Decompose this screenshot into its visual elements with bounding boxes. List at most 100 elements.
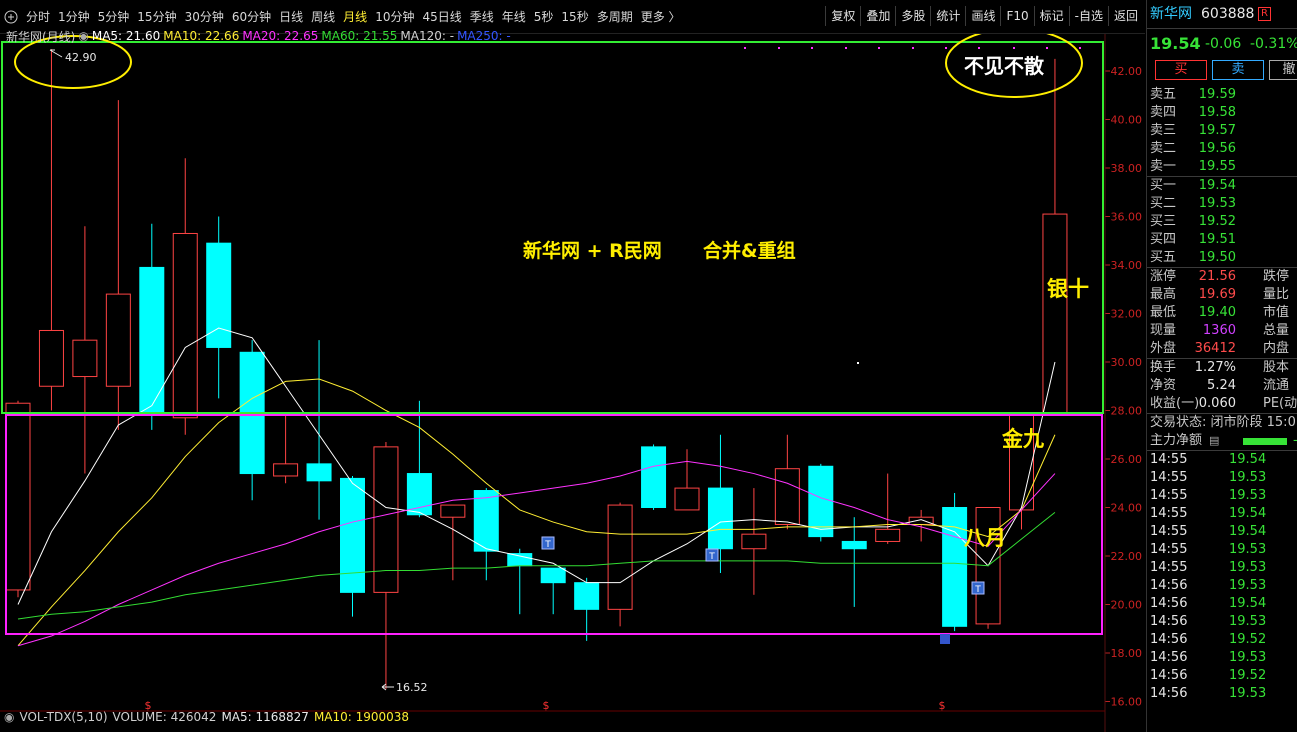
- cancel-button[interactable]: 撤: [1269, 60, 1297, 80]
- ask-row: 卖五 19.59: [1147, 86, 1297, 104]
- ask-row: 卖一 19.55: [1147, 158, 1297, 176]
- marker-dot: [878, 47, 880, 49]
- settings-icon[interactable]: ◉: [78, 29, 88, 43]
- tab-quarterly[interactable]: 季线: [466, 7, 498, 27]
- dollar-marker: $: [939, 699, 946, 712]
- marker-dot: [845, 47, 847, 49]
- tick-price: 19.52: [1229, 632, 1267, 647]
- tab-45day[interactable]: 45日线: [418, 7, 465, 27]
- tab-more[interactable]: 更多 〉: [637, 7, 685, 27]
- ask-row: 卖二 19.56: [1147, 140, 1297, 158]
- candle-body: [5, 402, 31, 591]
- slogan-text: 不见不散: [964, 54, 1044, 78]
- f10-button[interactable]: F10: [1000, 6, 1033, 26]
- y-tick-label: 18.00: [1111, 647, 1143, 660]
- tab-1min[interactable]: 1分钟: [54, 7, 94, 27]
- bid-list: 买一 19.54 买二 19.53 买三 19.52 买四 19.51 买五 19.50: [1147, 177, 1297, 267]
- draw-line-button[interactable]: 画线: [965, 6, 1000, 26]
- stat-row-label: 最高: [1150, 287, 1177, 302]
- tab-monthly[interactable]: 月线: [339, 7, 371, 27]
- adjust-button[interactable]: 复权: [825, 6, 860, 26]
- chart-canvas[interactable]: 42.00 40.00 38.00 36.00 34.00 32.00 30.00 28.00…: [0, 34, 1145, 732]
- statistics-button[interactable]: 统计: [930, 6, 965, 26]
- legend-ma5: MA5: 21.60: [91, 29, 161, 43]
- stat-row: 最高 19.69 量比: [1147, 286, 1297, 304]
- tab-30min[interactable]: 30分钟: [181, 7, 228, 27]
- ask-row: 卖三 19.57: [1147, 122, 1297, 140]
- stat-row-extra-label: 内盘: [1263, 341, 1290, 356]
- tab-daily[interactable]: 日线: [275, 7, 307, 27]
- ask-row-label: 卖五: [1150, 87, 1177, 102]
- tick-row: 14:56 19.53: [1147, 649, 1297, 667]
- bid-row-value: 19.54: [1198, 178, 1236, 193]
- remove-watchlist-button[interactable]: -自选: [1068, 6, 1108, 26]
- tab-15sec[interactable]: 15秒: [557, 7, 592, 27]
- high-price-label: 42.90: [65, 51, 97, 64]
- dollar-marker: $: [543, 699, 550, 712]
- bid-row-value: 19.50: [1198, 250, 1236, 265]
- tick-price: 19.54: [1229, 596, 1267, 611]
- trade-status: 交易状态: 闭市阶段 15:0: [1147, 414, 1297, 432]
- candle-body: [741, 533, 767, 550]
- tab-15min[interactable]: 15分钟: [133, 7, 180, 27]
- tab-5min[interactable]: 5分钟: [94, 7, 134, 27]
- stat-row-label: 收益(一): [1150, 396, 1200, 411]
- tab-60min[interactable]: 60分钟: [228, 7, 275, 27]
- back-button[interactable]: 返回: [1107, 6, 1143, 26]
- tick-price: 19.53: [1229, 650, 1267, 665]
- mark-button[interactable]: 标记: [1033, 6, 1069, 26]
- ask-list: 卖五 19.59 卖四 19.58 卖三 19.57 卖二 19.56 卖一 19.55: [1147, 86, 1297, 176]
- stat-row-extra-label: 量比: [1263, 287, 1290, 302]
- tab-5sec[interactable]: 5秒: [530, 7, 558, 27]
- stat-row-extra-label: 股本: [1263, 360, 1290, 375]
- tab-10min[interactable]: 10分钟: [371, 7, 418, 27]
- sell-button[interactable]: 卖: [1212, 60, 1264, 80]
- stat-row-value: 36412: [1194, 341, 1236, 356]
- current-price: 19.54: [1150, 34, 1201, 53]
- ma20-line: [17, 460, 1056, 647]
- tab-multi-period[interactable]: 多周期: [593, 7, 637, 27]
- chart-tools: 复权 叠加 多股 统计 画线 F10 标记 -自选 返回: [825, 6, 1143, 26]
- volume-settings-icon[interactable]: ◉: [4, 710, 14, 724]
- list-icon[interactable]: ▤: [1209, 432, 1219, 450]
- tick-row: 14:55 19.53: [1147, 469, 1297, 487]
- candle-body: [38, 329, 64, 387]
- tab-weekly[interactable]: 周线: [307, 7, 339, 27]
- multi-stock-button[interactable]: 多股: [895, 6, 930, 26]
- bid-row: 买三 19.52: [1147, 213, 1297, 231]
- tab-fenshi[interactable]: 分时: [22, 7, 54, 27]
- ask-row: 卖四 19.58: [1147, 104, 1297, 122]
- tick-time: 14:55: [1150, 506, 1188, 521]
- tick-price: 19.54: [1229, 524, 1267, 539]
- ask-row-label: 卖一: [1150, 159, 1177, 174]
- candle-body: [406, 473, 432, 516]
- candle-body: [641, 446, 667, 508]
- chart-title: 新华网(月线): [6, 29, 76, 44]
- menu-icon[interactable]: [2, 8, 20, 26]
- stat-row-value: 1360: [1202, 323, 1236, 338]
- ask-row-value: 19.58: [1198, 105, 1236, 120]
- stat-row-label: 最低: [1150, 305, 1177, 320]
- ask-row-value: 19.55: [1198, 159, 1236, 174]
- legend-ma10: MA10: 22.66: [163, 29, 240, 43]
- candle-body: [674, 487, 700, 511]
- marker-dot: [978, 47, 980, 49]
- t-marker-glyph: T: [974, 585, 981, 595]
- kline-chart[interactable]: 42.00 40.00 38.00 36.00 34.00 32.00 30.00 28.00…: [0, 29, 1145, 732]
- marker-dot: [744, 47, 746, 49]
- stat-row: 最低 19.40 市值: [1147, 304, 1297, 322]
- candle-body: [574, 582, 600, 610]
- t-marker-glyph: T: [708, 552, 715, 562]
- tick-price: 19.53: [1229, 542, 1267, 557]
- candle-body: [540, 567, 566, 584]
- low-arrow-icon: [381, 683, 394, 691]
- y-tick-label: 34.00: [1111, 259, 1143, 272]
- stat-row: 换手 1.27% 股本: [1147, 359, 1297, 377]
- buy-button[interactable]: 买: [1155, 60, 1207, 80]
- candle-body: [707, 487, 733, 550]
- tick-row: 14:56 19.52: [1147, 631, 1297, 649]
- tab-yearly[interactable]: 年线: [498, 7, 530, 27]
- overlay-button[interactable]: 叠加: [860, 6, 895, 26]
- stat-row-value: 5.24: [1207, 378, 1236, 393]
- marker-dot: [1046, 47, 1048, 49]
